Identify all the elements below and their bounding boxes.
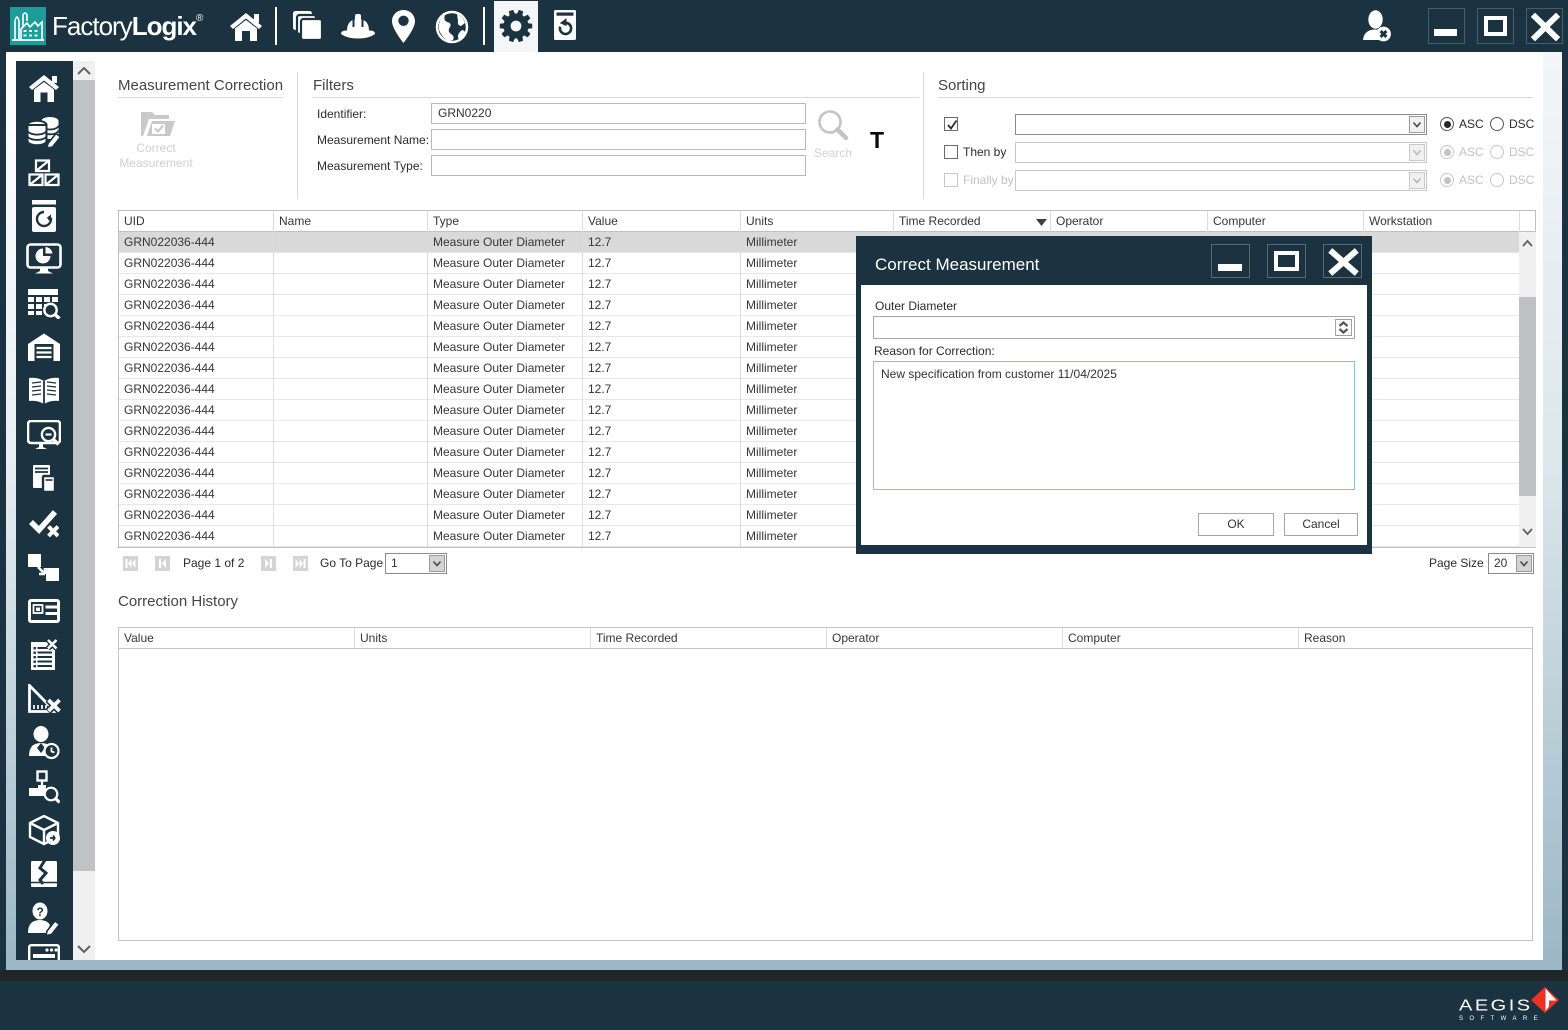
svg-text:?: ? [37, 905, 44, 919]
